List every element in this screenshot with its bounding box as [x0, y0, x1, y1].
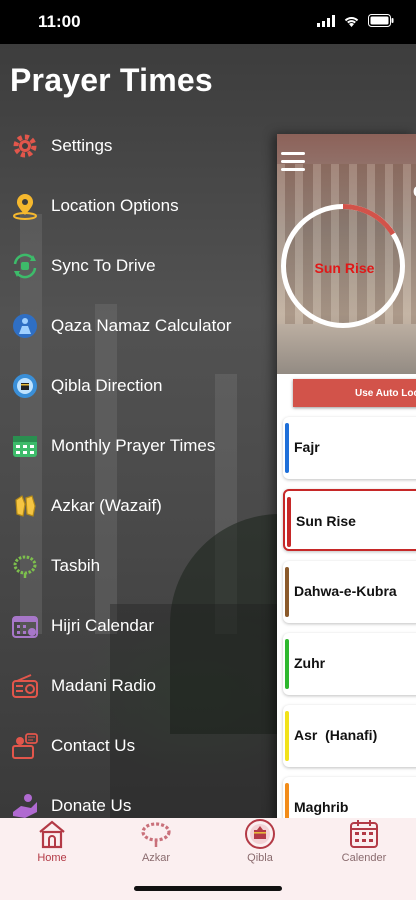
gear-icon: [10, 131, 40, 161]
menu-label: Location Options: [51, 196, 179, 215]
hero-banner: Sun Rise C: [277, 134, 416, 374]
calendar-icon: [350, 820, 378, 848]
prayer-card-dahwa-e-kubra[interactable]: Dahwa-e-Kubra: [283, 561, 416, 623]
menu-item-sync-to-drive[interactable]: Sync To Drive: [0, 246, 280, 286]
tasbih-beads-icon: [10, 551, 40, 581]
prayer-card-asr[interactable]: Asr (Hanafi): [283, 705, 416, 767]
tab-azkar[interactable]: Azkar: [104, 818, 208, 878]
menu-item-location-options[interactable]: Location Options: [0, 186, 280, 226]
menu-label: Sync To Drive: [51, 256, 156, 275]
current-prayer-label: Sun Rise: [314, 260, 375, 276]
prayer-name: Fajr: [294, 439, 320, 455]
kaaba-icon: [10, 371, 40, 401]
prayer-card-maghrib[interactable]: Maghrib: [283, 777, 416, 818]
use-auto-location-button[interactable]: Use Auto Loc: [293, 379, 416, 407]
prayer-color-bar: [285, 567, 289, 617]
signal-icon: [317, 14, 335, 27]
status-time: 11:00: [38, 12, 81, 31]
tab-label: Azkar: [141, 852, 171, 864]
contact-icon: [10, 731, 40, 761]
menu-label: Azkar (Wazaif): [51, 496, 162, 515]
menu-label: Tasbih: [51, 556, 101, 575]
menu-item-donate-us[interactable]: Donate Us: [0, 786, 280, 818]
menu-label: Contact Us: [51, 736, 136, 755]
tab-calender[interactable]: Calender: [312, 818, 416, 878]
prayer-name: Asr (Hanafi): [294, 727, 378, 743]
prayer-card-sun-rise[interactable]: Sun Rise: [283, 489, 416, 551]
menu-item-monthly-prayer-times[interactable]: Monthly Prayer Times: [0, 426, 280, 466]
wifi-icon: [344, 16, 359, 27]
home-indicator[interactable]: [134, 886, 282, 891]
kaaba-compass-icon: [245, 819, 275, 849]
status-icons: [317, 14, 394, 27]
menu-item-tasbih[interactable]: Tasbih: [0, 546, 280, 586]
praying-person-icon: [10, 311, 40, 341]
prayer-color-bar: [285, 783, 289, 818]
tab-label: Qibla: [247, 852, 273, 864]
radio-icon: [10, 671, 40, 701]
menu-item-settings[interactable]: Settings: [0, 126, 280, 166]
tab-label: Home: [37, 852, 67, 864]
prayer-card-fajr[interactable]: Fajr: [283, 417, 416, 479]
mosque-home-icon: [39, 820, 65, 849]
prayer-color-bar: [285, 639, 289, 689]
prayer-name: Maghrib: [294, 799, 349, 815]
menu-label: Qibla Direction: [51, 376, 163, 395]
calendar-grid-icon: [10, 431, 40, 461]
prayer-color-bar: [287, 497, 291, 547]
tasbih-icon: [141, 822, 171, 847]
sync-icon: [10, 251, 40, 281]
menu-label: Donate Us: [51, 796, 132, 815]
hijri-calendar-icon: [10, 611, 40, 641]
prayer-name: Zuhr: [294, 655, 326, 671]
praying-hands-icon: [10, 491, 40, 521]
menu-item-azkar-wazaif[interactable]: Azkar (Wazaif): [0, 486, 280, 526]
donate-hand-icon: [10, 791, 40, 818]
prayer-name: Sun Rise: [296, 513, 356, 529]
menu-item-contact-us[interactable]: Contact Us: [0, 726, 280, 766]
location-pin-icon: [10, 191, 40, 221]
menu-label: Hijri Calendar: [51, 616, 154, 635]
prayer-card-zuhr[interactable]: Zuhr: [283, 633, 416, 695]
tab-home[interactable]: Home: [0, 818, 104, 878]
prayer-color-bar: [285, 423, 289, 473]
drawer-title: Prayer Times: [10, 62, 213, 98]
menu-label: Madani Radio: [51, 676, 156, 695]
menu-item-qaza-namaz-calculator[interactable]: Qaza Namaz Calculator: [0, 306, 280, 346]
prayer-color-bar: [285, 711, 289, 761]
prayer-name: Dahwa-e-Kubra: [294, 583, 397, 599]
bottom-tab-bar: Home Azkar Qibla Calender: [0, 818, 416, 900]
tab-label: Calender: [341, 852, 387, 864]
hamburger-menu-icon[interactable]: [281, 152, 305, 176]
menu-item-hijri-calendar[interactable]: Hijri Calendar: [0, 606, 280, 646]
menu-item-qibla-direction[interactable]: Qibla Direction: [0, 366, 280, 406]
menu-item-madani-radio[interactable]: Madani Radio: [0, 666, 280, 706]
battery-icon: [368, 14, 394, 27]
tab-qibla[interactable]: Qibla: [208, 818, 312, 878]
menu-label: Settings: [51, 136, 113, 155]
menu-label: Monthly Prayer Times: [51, 436, 216, 455]
main-screen-peek[interactable]: Sun Rise C Use Auto Loc Fajr Sun Rise Da…: [277, 134, 416, 818]
status-bar: 11:00: [0, 0, 416, 44]
side-drawer: Prayer Times Settings Location Options S…: [0, 44, 416, 818]
menu-label: Qaza Namaz Calculator: [51, 316, 232, 335]
